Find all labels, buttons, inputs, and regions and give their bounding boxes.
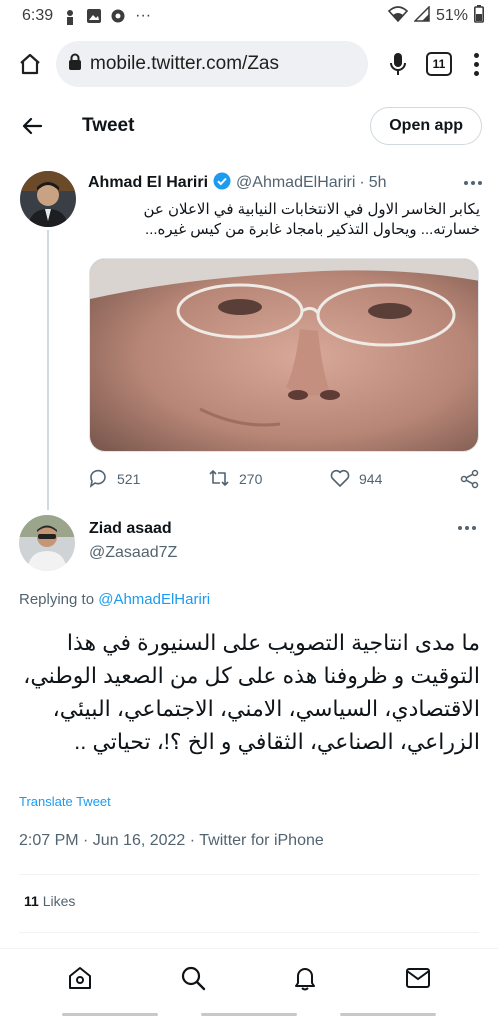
browser-toolbar: mobile.twitter.com/Zas 11 <box>0 34 498 94</box>
home-icon[interactable] <box>12 46 48 82</box>
reply-count: 521 <box>117 471 141 487</box>
likes-label[interactable]: Likes <box>43 893 76 909</box>
replying-to-link[interactable]: @AhmadElHariri <box>98 591 210 608</box>
menu-icon[interactable] <box>466 52 486 76</box>
mic-icon[interactable] <box>378 44 418 84</box>
reply-tweet-text: ما مدى انتاجية التصويب على السنيورة في ه… <box>23 630 480 754</box>
address-bar[interactable]: mobile.twitter.com/Zas <box>56 41 368 87</box>
image-icon <box>87 9 102 23</box>
home-icon[interactable] <box>58 956 102 1000</box>
parent-tweet-actions: 521 270 944 <box>88 466 480 492</box>
open-app-button[interactable]: Open app <box>370 107 482 145</box>
signal-icon <box>413 4 430 27</box>
share-icon[interactable] <box>460 469 480 489</box>
parent-avatar[interactable] <box>20 171 76 227</box>
reply-author-name[interactable]: Ziad asaad <box>89 520 172 538</box>
verified-badge-icon <box>213 172 231 195</box>
divider <box>19 874 479 875</box>
parent-tweet-header: Ahmad El Hariri @AhmadElHariri · 5h <box>88 172 482 194</box>
like-action[interactable]: 944 <box>330 469 456 490</box>
bottom-nav <box>0 948 498 1006</box>
heart-icon[interactable] <box>330 469 350 490</box>
likes-number[interactable]: 11 <box>24 893 39 909</box>
wifi-icon <box>387 5 409 27</box>
tabs-button[interactable]: 11 <box>426 52 452 76</box>
parent-author-handle[interactable]: @AhmadElHariri <box>236 174 355 192</box>
separator-dot: · <box>359 174 365 191</box>
notifications-icon[interactable] <box>283 956 327 1000</box>
url-text[interactable]: mobile.twitter.com/Zas <box>90 53 279 75</box>
parent-tweet-image[interactable] <box>89 258 479 452</box>
replying-to: Replying to @AhmadElHariri <box>19 591 210 608</box>
retweet-count: 270 <box>239 471 263 487</box>
retweet-icon[interactable] <box>208 469 230 490</box>
parent-tweet-time[interactable]: 5h <box>369 174 387 192</box>
tweet-header: Tweet Open app <box>0 100 498 152</box>
page-title: Tweet <box>82 115 135 136</box>
reply-author-handle[interactable]: @Zasaad7Z <box>89 544 177 562</box>
lock-icon[interactable] <box>68 53 82 76</box>
back-arrow-icon[interactable] <box>18 112 46 140</box>
reply-action[interactable]: 521 <box>88 468 208 491</box>
battery-level: 51% <box>435 7 468 24</box>
replying-prefix: Replying to <box>19 591 95 608</box>
thread-line <box>47 230 49 510</box>
parent-tweet-text: يكابر الخاسر الاول في الانتخابات النيابي… <box>143 201 480 238</box>
divider <box>19 932 479 933</box>
messages-icon[interactable] <box>396 956 440 1000</box>
battery-icon <box>474 4 484 28</box>
tweet-meta: 2:07 PM · Jun 16, 2022 · Twitter for iPh… <box>19 832 324 849</box>
like-count: 944 <box>359 471 383 487</box>
chrome-icon <box>111 9 125 23</box>
reply-more-icon[interactable] <box>458 526 476 530</box>
search-icon[interactable] <box>171 956 215 1000</box>
retweet-action[interactable]: 270 <box>208 469 330 490</box>
status-bar: 6:39 ··· 51% <box>0 0 498 32</box>
status-more: ··· <box>135 7 152 24</box>
parent-more-icon[interactable] <box>464 181 482 185</box>
likes-count[interactable]: 11 Likes <box>24 893 75 909</box>
translate-tweet-link[interactable]: Translate Tweet <box>19 794 111 809</box>
notification-person-icon <box>63 9 77 25</box>
status-time: 6:39 <box>22 7 54 24</box>
gesture-bar <box>0 1013 498 1019</box>
parent-author-name[interactable]: Ahmad El Hariri <box>88 174 208 192</box>
reply-avatar[interactable] <box>19 515 75 571</box>
reply-icon[interactable] <box>88 468 108 491</box>
